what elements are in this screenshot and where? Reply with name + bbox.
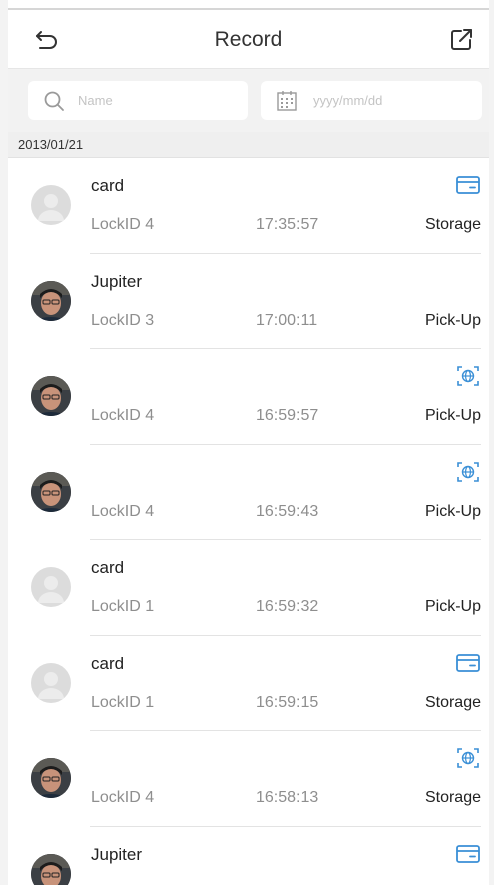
user-photo-avatar <box>31 471 71 512</box>
user-photo-avatar <box>31 280 71 321</box>
lock-id: LockID 4 <box>91 789 155 806</box>
lock-id: LockID 1 <box>91 598 155 615</box>
record-name: Jupiter <box>91 844 143 864</box>
record-row[interactable]: card LockID 4 17:35:57 Storage <box>8 158 489 254</box>
user-face-photo <box>31 758 71 798</box>
date-filter-input[interactable]: yyyy/mm/dd <box>261 81 482 120</box>
page-title: Record <box>214 28 283 51</box>
calendar-icon <box>277 91 297 111</box>
record-name: card <box>91 653 125 673</box>
record-time: 16:59:43 <box>256 502 319 520</box>
record-name: card <box>91 558 125 577</box>
record-time: 16:58:13 <box>256 789 319 806</box>
left-frame-edge <box>0 0 8 885</box>
user-silhouette-icon <box>38 194 64 221</box>
record-action: Pick-Up <box>424 598 481 615</box>
record-row[interactable]: LockID 4 16:59:43 Pick-Up <box>8 445 489 540</box>
record-action: Pick-Up <box>424 407 481 424</box>
record-action: Storage <box>424 693 481 711</box>
record-row[interactable]: LockID 4 16:59:57 Pick-Up <box>8 349 489 445</box>
record-row[interactable]: card LockID 1 16:59:32 Pick-Up <box>8 540 489 636</box>
face-scan-icon <box>457 461 479 482</box>
user-face-photo <box>31 853 71 885</box>
user-photo-avatar <box>31 758 71 798</box>
record-time: 17:35:57 <box>256 216 319 233</box>
record-time: 16:59:15 <box>256 693 319 711</box>
record-row[interactable]: card LockID 1 16:59:15 Storage <box>8 636 489 731</box>
placeholder-avatar <box>31 185 71 225</box>
right-frame-edge <box>489 0 494 885</box>
card-icon <box>456 844 480 863</box>
face-scan-icon <box>457 748 479 768</box>
date-placeholder: yyyy/mm/dd <box>313 93 383 108</box>
back-button[interactable] <box>32 26 62 54</box>
undo-arrow-icon <box>36 31 57 49</box>
search-icon <box>44 91 64 111</box>
record-name: card <box>91 176 125 195</box>
user-face-photo <box>31 280 71 321</box>
card-icon <box>456 176 480 194</box>
record-time: 16:59:32 <box>256 598 319 615</box>
placeholder-avatar <box>31 567 71 607</box>
record-row[interactable]: Jupiter <box>8 827 489 885</box>
user-photo-avatar <box>31 853 71 885</box>
app-header: Record <box>8 10 489 69</box>
face-scan-icon <box>457 366 479 386</box>
record-action: Storage <box>424 789 481 806</box>
date-group-label: 2013/01/21 <box>18 137 84 152</box>
record-row[interactable]: LockID 4 16:58:13 Storage <box>8 731 489 827</box>
record-action: Pick-Up <box>424 502 481 520</box>
user-face-photo <box>31 376 71 416</box>
lock-id: LockID 3 <box>91 311 155 329</box>
export-icon <box>451 29 472 50</box>
placeholder-avatar <box>31 662 71 703</box>
export-button[interactable] <box>447 26 477 54</box>
filter-bar: Name yyyy/mm/dd <box>8 69 489 132</box>
record-list[interactable]: card LockID 4 17:35:57 Storage Jupiter LockID… <box>8 158 489 885</box>
date-group-header: 2013/01/21 <box>8 132 489 158</box>
lock-id: LockID 4 <box>91 502 155 520</box>
record-name: Jupiter <box>91 271 143 291</box>
record-row[interactable]: Jupiter LockID 3 17:00:11 Pick-Up <box>8 254 489 349</box>
user-face-photo <box>31 471 71 512</box>
lock-id: LockID 4 <box>91 407 155 424</box>
record-time: 17:00:11 <box>256 311 318 329</box>
record-action: Pick-Up <box>424 311 481 329</box>
user-photo-avatar <box>31 376 71 416</box>
record-action: Storage <box>424 216 481 233</box>
user-silhouette-icon <box>38 576 64 603</box>
record-time: 16:59:57 <box>256 407 319 424</box>
card-icon <box>456 653 480 672</box>
name-placeholder: Name <box>78 93 113 108</box>
lock-id: LockID 1 <box>91 693 155 711</box>
user-silhouette-icon <box>38 671 64 699</box>
lock-id: LockID 4 <box>91 216 155 233</box>
name-search-input[interactable]: Name <box>28 81 248 120</box>
